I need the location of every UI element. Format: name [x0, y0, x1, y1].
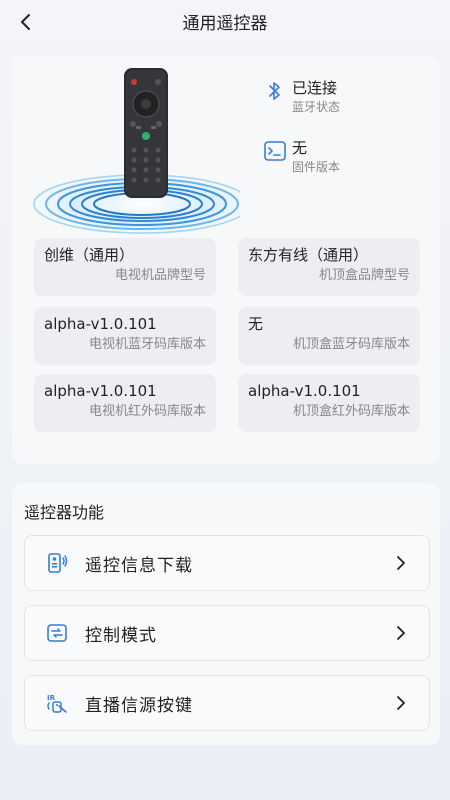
tv-brand-tile: 创维（通用） 电视机品牌型号 — [34, 238, 216, 296]
function-label: 遥控信息下载 — [85, 555, 193, 576]
page-title: 通用遥控器 — [182, 14, 268, 34]
chevron-right-icon — [389, 621, 413, 645]
firmware-version-label: 固件版本 — [292, 160, 341, 174]
tile-label: 电视机品牌型号 — [114, 268, 206, 283]
firmware-version-value: 无 — [292, 139, 308, 157]
tile-label: 电视机红外码库版本 — [88, 404, 206, 419]
chevron-right-icon — [389, 551, 413, 575]
svg-text:IR: IR — [47, 694, 56, 702]
firmware-version: 无 固件版本 — [262, 138, 340, 176]
tile-value: 无 — [248, 315, 264, 333]
tv-ir-lib-tile: alpha-v1.0.101 电视机红外码库版本 — [34, 374, 216, 432]
section-title: 遥控器功能 — [24, 503, 105, 522]
control-mode-item[interactable]: 控制模式 — [24, 605, 430, 661]
stb-bluetooth-lib-tile: 无 机顶盒蓝牙码库版本 — [238, 307, 420, 365]
bluetooth-status-value: 已连接 — [292, 79, 338, 97]
terminal-icon — [262, 138, 288, 164]
remote-functions-card: 遥控器功能 遥控信息下载 控制模式 IR 直播信源按键 — [12, 483, 440, 745]
function-label: 控制模式 — [85, 625, 157, 646]
control-mode-icon — [45, 621, 69, 645]
ir-source-icon: IR — [45, 691, 69, 715]
device-info-card: 已连接 蓝牙状态 无 固件版本 创维（通用） 电视机品牌型号 东方有线（通用） … — [12, 56, 440, 464]
tile-value: alpha-v1.0.101 — [44, 382, 157, 400]
bluetooth-icon — [262, 78, 288, 104]
tile-label: 机顶盒红外码库版本 — [292, 404, 410, 419]
tile-value: 创维（通用） — [44, 246, 135, 264]
function-label: 直播信源按键 — [85, 695, 193, 716]
remote-download-icon — [45, 551, 69, 575]
tile-value: alpha-v1.0.101 — [44, 315, 157, 333]
top-bar: 通用遥控器 — [0, 0, 450, 44]
tile-label: 机顶盒蓝牙码库版本 — [292, 337, 410, 352]
stb-brand-tile: 东方有线（通用） 机顶盒品牌型号 — [238, 238, 420, 296]
live-source-key-item[interactable]: IR 直播信源按键 — [24, 675, 430, 731]
tile-label: 机顶盒品牌型号 — [318, 268, 410, 283]
bluetooth-status-label: 蓝牙状态 — [292, 100, 341, 114]
chevron-right-icon — [389, 691, 413, 715]
tv-bluetooth-lib-tile: alpha-v1.0.101 电视机蓝牙码库版本 — [34, 307, 216, 365]
tile-label: 电视机蓝牙码库版本 — [88, 337, 206, 352]
tile-value: alpha-v1.0.101 — [248, 382, 361, 400]
tile-value: 东方有线（通用） — [248, 246, 369, 264]
remote-info-download-item[interactable]: 遥控信息下载 — [24, 535, 430, 591]
bluetooth-status: 已连接 蓝牙状态 — [262, 78, 340, 116]
stb-ir-lib-tile: alpha-v1.0.101 机顶盒红外码库版本 — [238, 374, 420, 432]
